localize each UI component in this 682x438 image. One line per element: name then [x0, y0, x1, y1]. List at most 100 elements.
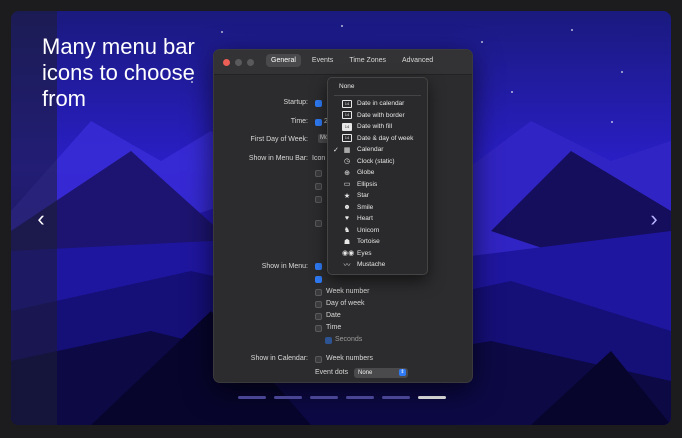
tortoise-icon: ☗ [343, 238, 351, 246]
calendar-14-icon: 14 [342, 99, 352, 108]
menu-bar-option-checkbox[interactable] [315, 183, 322, 190]
show-menu-bar-label: Show in Menu Bar: [248, 155, 308, 162]
smile-icon: ☻ [343, 203, 351, 211]
date-fill-icon: 14 [342, 122, 352, 131]
zoom-window-button[interactable] [247, 58, 254, 66]
menu-item-label: None [339, 83, 355, 90]
menu-item-label: Calendar [357, 146, 384, 153]
window-titlebar: General Events Time Zones Advanced [214, 50, 472, 75]
unicorn-icon: ♞ [343, 227, 351, 234]
tab-time-zones[interactable]: Time Zones [344, 54, 391, 67]
menu-item-none[interactable]: None [328, 81, 427, 92]
show-calendar-label: Show in Calendar: [250, 355, 308, 362]
ellipsis-icon: ▭ [343, 181, 351, 188]
chevron-right-icon: › [650, 206, 658, 231]
carousel-dot[interactable] [382, 396, 410, 399]
mustache-icon: 〰 [343, 261, 351, 269]
menu-item-label: Date & day of week [357, 134, 414, 142]
carousel-dot[interactable] [238, 396, 266, 399]
headline: Many menu bar icons to choose from [42, 34, 195, 111]
seconds-checkbox[interactable] [325, 337, 332, 344]
next-slide-button[interactable]: › [639, 206, 669, 231]
menu-item-unicorn[interactable]: ♞ Unicorn [328, 225, 427, 236]
time-checkbox[interactable] [315, 119, 322, 126]
menu-bar-option-checkbox[interactable] [315, 220, 322, 227]
first-day-label: First Day of Week: [250, 136, 308, 143]
clock-icon: ◷ [343, 158, 351, 165]
icon-dropdown-menu: None 14 Date in calendar 14 Date with borde… [327, 77, 428, 275]
menu-item-mustache[interactable]: 〰 Mustache [328, 259, 427, 270]
date-checkbox[interactable] [315, 313, 322, 320]
menu-item-label: Heart [357, 215, 373, 222]
event-dots-select[interactable]: None ⇕ [354, 368, 408, 378]
star-icon: ★ [343, 192, 351, 200]
menu-item-tortoise[interactable]: ☗ Tortoise [328, 236, 427, 247]
menu-item-star[interactable]: ★ Star [328, 190, 427, 201]
event-dots-label: Event dots [315, 369, 349, 376]
carousel-dot-active[interactable] [418, 396, 446, 399]
show-menu-label: Show in Menu: [261, 263, 308, 270]
chevron-updown-icon: ⇕ [399, 369, 406, 376]
seconds-label: Seconds [335, 336, 363, 343]
heart-icon: ♥ [344, 215, 350, 222]
carousel-dot[interactable] [310, 396, 338, 399]
chevron-left-icon: ‹ [37, 206, 45, 231]
menu-item-label: Smile [357, 203, 374, 211]
week-numbers-checkbox[interactable] [315, 356, 322, 363]
startup-checkbox[interactable] [315, 100, 322, 107]
menu-item-date-with-border[interactable]: 14 Date with border [328, 110, 427, 121]
calendar-icon: ▦ [343, 146, 351, 154]
date-day-icon: 14 [342, 134, 352, 142]
menu-item-label: Date with border [357, 111, 405, 119]
week-numbers-label: Week numbers [326, 355, 373, 362]
menu-item-date-with-fill[interactable]: 14 Date with fill [328, 121, 427, 132]
carousel-dots [238, 396, 446, 399]
tab-general[interactable]: General [266, 54, 301, 67]
menu-separator [334, 95, 421, 96]
carousel-dot[interactable] [346, 396, 374, 399]
eyes-icon: ◉◉ [342, 250, 355, 257]
week-number-label: Week number [326, 288, 370, 295]
previous-slide-button[interactable]: ‹ [26, 206, 56, 231]
menu-item-calendar[interactable]: ✓ ▦ Calendar [328, 144, 427, 155]
menu-item-label: Clock (static) [357, 157, 395, 165]
menu-item-label: Date in calendar [357, 100, 405, 107]
event-dots-value: None [358, 370, 373, 376]
preferences-tabs: General Events Time Zones Advanced [266, 54, 438, 67]
menu-item-eyes[interactable]: ◉◉ Eyes [328, 248, 427, 259]
tab-advanced[interactable]: Advanced [397, 54, 438, 67]
menu-item-label: Unicorn [357, 226, 380, 234]
menu-item-label: Ellipsis [357, 180, 378, 188]
menu-item-smile[interactable]: ☻ Smile [328, 202, 427, 213]
menu-item-clock-static[interactable]: ◷ Clock (static) [328, 156, 427, 167]
carousel-dot[interactable] [274, 396, 302, 399]
menu-item-label: Star [357, 192, 369, 199]
checkmark-icon: ✓ [333, 146, 339, 154]
menu-item-date-in-calendar[interactable]: 14 Date in calendar [328, 98, 427, 109]
menu-item-heart[interactable]: ♥ Heart [328, 213, 427, 224]
day-of-week-checkbox[interactable] [315, 301, 322, 308]
date-border-icon: 14 [342, 111, 352, 119]
minimize-window-button[interactable] [235, 58, 242, 66]
menu-item-label: Tortoise [357, 238, 380, 245]
day-of-week-label: Day of week [326, 300, 365, 307]
menu-bar-option-checkbox[interactable] [315, 196, 322, 203]
icon-select-label: Icon [312, 155, 326, 162]
menu-item-label: Globe [357, 169, 375, 176]
menu-item-date-day-of-week[interactable]: 14 Date & day of week [328, 133, 427, 144]
show-menu-checkbox[interactable] [315, 276, 322, 283]
startup-label: Startup: [283, 99, 308, 106]
menu-item-globe[interactable]: ⊕ Globe [328, 167, 427, 178]
show-menu-checkbox[interactable] [315, 263, 322, 270]
menu-item-ellipsis[interactable]: ▭ Ellipsis [328, 179, 427, 190]
menu-item-label: Mustache [357, 261, 386, 268]
tab-events[interactable]: Events [307, 54, 338, 67]
week-number-checkbox[interactable] [315, 289, 322, 296]
time-label: Time: [290, 118, 308, 125]
menu-item-label: Date with fill [357, 123, 393, 130]
menu-bar-option-checkbox[interactable] [315, 170, 322, 177]
close-window-button[interactable] [223, 58, 230, 66]
menu-item-label: Eyes [357, 249, 372, 257]
time-menu-checkbox[interactable] [315, 325, 322, 332]
globe-icon: ⊕ [344, 169, 350, 177]
